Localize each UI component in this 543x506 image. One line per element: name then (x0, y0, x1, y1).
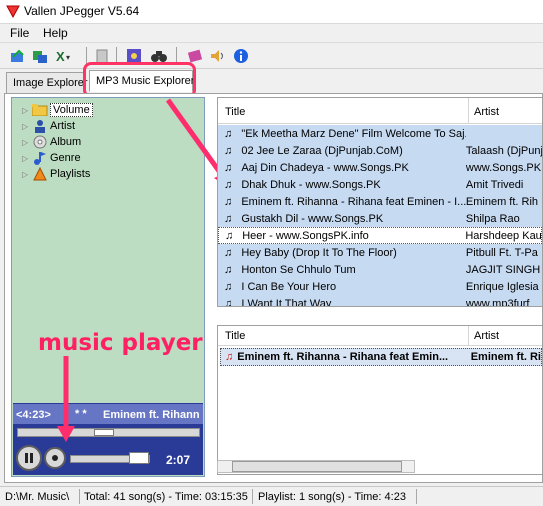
playlist-table: Title Artist ♫ Eminem ft. Rihanna - Riha… (217, 325, 543, 475)
playlist-icon (32, 167, 48, 181)
table-row[interactable]: ♫ Eminem ft. Rihanna - Rihana feat Emin.… (220, 348, 542, 366)
menu-bar: File Help (0, 24, 543, 43)
music-note-icon: ♫ (224, 280, 233, 293)
stop-button[interactable] (44, 447, 66, 469)
expand-icon[interactable]: ▷ (22, 154, 32, 163)
status-divider (416, 489, 417, 504)
stop-icon (52, 455, 58, 461)
table-row[interactable]: ♫ 02 Jee Le Zaraa (DjPunjab.CoM) Talaash (… (218, 142, 542, 159)
music-note-icon: ♫ (224, 297, 233, 307)
table-row[interactable]: ♫ I Want It That Way www.mp3furf (218, 295, 542, 307)
music-note-icon: ♫ (224, 212, 233, 225)
tab-image-explorer[interactable]: Image Explorer (6, 72, 88, 94)
song-list-table: Title Artist ♫ "Ek Meetha Marz Dene" Film… (217, 97, 543, 307)
tree-label: Album (50, 136, 82, 148)
toolbar: X ▾ (0, 44, 543, 69)
folder-icon (32, 103, 48, 117)
table-row[interactable]: ♫ Dhak Dhuk - www.Songs.PK Amit Trivedi (218, 176, 542, 193)
column-header-title[interactable]: Title (225, 330, 245, 342)
status-divider (252, 489, 253, 504)
svg-text:▾: ▾ (66, 53, 70, 62)
info-icon[interactable] (231, 47, 251, 65)
speaker-icon[interactable] (207, 47, 227, 65)
tree-label: Artist (50, 120, 76, 132)
app-logo-icon (6, 5, 20, 18)
music-player-annotation: music player (38, 330, 203, 356)
table-row[interactable]: ♫ I Can Be Your Hero Enrique Iglesia (218, 278, 542, 295)
tree-item-artist[interactable]: ▷ Artist (22, 118, 75, 134)
tree-item-volume[interactable]: ▷ Volume (22, 102, 93, 118)
table-row[interactable]: ♫ "Ek Meetha Marz Dene" Film Welcome To S… (218, 125, 542, 142)
player-track-title: Eminem ft. Rihann (103, 409, 200, 421)
genre-icon (32, 151, 48, 165)
status-bar: D:\Mr. Music\ Total: 41 song(s) - Time: … (0, 486, 543, 506)
playlist-row-title: Eminem ft. Rihanna - Rihana feat Emin... (237, 351, 449, 363)
pause-icon (25, 453, 33, 463)
menu-help[interactable]: Help (43, 26, 68, 40)
tree-label: Volume (50, 103, 93, 117)
player-elapsed-time: 2:07 (166, 453, 191, 467)
expand-icon[interactable]: ▷ (22, 138, 32, 147)
tree-label: Playlists (50, 168, 91, 180)
status-total: Total: 41 song(s) - Time: 03:15:35 (84, 491, 248, 503)
player-rating: * * (75, 408, 87, 420)
table-row[interactable]: ♫ Gustakh Dil - www.Songs.PK Shilpa Rao (218, 210, 542, 227)
playlist-row-artist: Eminem ft. Ri (470, 351, 541, 363)
expand-icon[interactable]: ▷ (22, 106, 32, 115)
status-playlist: Playlist: 1 song(s) - Time: 4:23 (258, 491, 406, 503)
convert-icon[interactable] (30, 47, 50, 65)
artist-icon (32, 119, 48, 133)
music-note-icon: ♫ (224, 195, 233, 208)
table-row[interactable]: ♫ Heer - www.SongsPK.info Harshdeep Kau (218, 227, 542, 244)
table-row[interactable]: ♫ Honton Se Chhulo Tum JAGJIT SINGH (218, 261, 542, 278)
seek-slider-thumb[interactable] (94, 429, 114, 436)
pause-button[interactable] (16, 445, 42, 471)
open-icon[interactable] (8, 47, 28, 65)
table-row[interactable]: ♫ Eminem ft. Rihanna - Rihana feat Eminen… (218, 193, 542, 210)
scrollbar-thumb[interactable] (232, 461, 402, 472)
tree-item-album[interactable]: ▷ Album (22, 134, 81, 150)
table-row[interactable]: ♫ Hey Baby (Drop It To The Floor) Pitbull … (218, 244, 542, 261)
svg-text:X: X (56, 49, 65, 64)
expand-icon[interactable]: ▷ (22, 122, 32, 131)
column-header-artist[interactable]: Artist (474, 330, 499, 342)
table-header: Title Artist (218, 98, 542, 124)
window-title: Vallen JPegger V5.64 (24, 4, 140, 18)
table-header: Title Artist (218, 326, 542, 346)
excel-icon[interactable]: X ▾ (54, 47, 74, 65)
tree-item-playlists[interactable]: ▷ Playlists (22, 166, 90, 182)
status-divider (79, 489, 80, 504)
music-note-icon: ♫ (224, 263, 233, 276)
music-note-icon: ♫ (224, 246, 233, 259)
column-header-title[interactable]: Title (225, 106, 245, 118)
volume-slider-thumb[interactable] (129, 452, 149, 464)
tab-strip: Image Explorer MP3 Music Explorer (0, 70, 543, 94)
table-row[interactable]: ♫ Aaj Din Chadeya - www.Songs.PK www.Songs… (218, 159, 542, 176)
tree-item-genre[interactable]: ▷ Genre (22, 150, 81, 166)
music-note-icon: ♫ (225, 229, 234, 242)
menu-file[interactable]: File (10, 26, 29, 40)
album-icon (32, 135, 48, 149)
music-note-icon: ♫ (224, 161, 233, 174)
music-note-icon: ♫ (225, 351, 234, 363)
music-note-icon: ♫ (224, 144, 233, 157)
tree-label: Genre (50, 152, 81, 164)
music-note-icon: ♫ (224, 127, 233, 140)
status-path: D:\Mr. Music\ (5, 491, 70, 503)
column-header-artist[interactable]: Artist (474, 106, 499, 118)
music-note-icon: ♫ (224, 178, 233, 191)
player-remaining-time: <4:23> (16, 409, 51, 421)
expand-icon[interactable]: ▷ (22, 170, 32, 179)
